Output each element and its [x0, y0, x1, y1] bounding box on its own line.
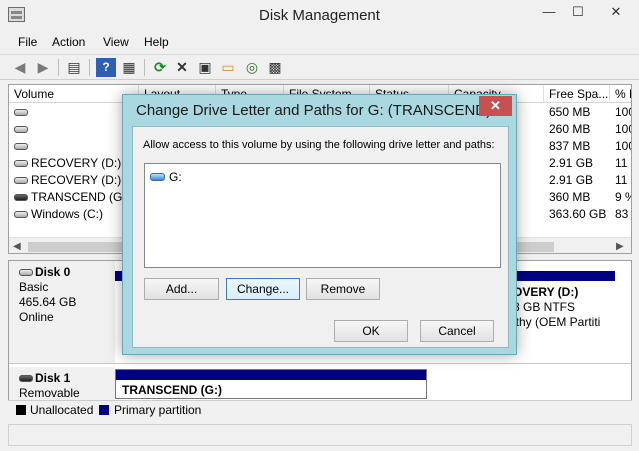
partition-status: lthy (OEM Partiti [513, 315, 601, 329]
unallocated-swatch [16, 405, 26, 415]
volume-name: TRANSCEND (G:) [31, 190, 130, 204]
help-icon[interactable]: ? [96, 58, 116, 77]
scroll-right-icon[interactable]: ▶ [616, 238, 624, 253]
path-label: G: [169, 170, 182, 184]
divider [9, 363, 631, 364]
drive-icon [14, 211, 28, 218]
properties-icon[interactable]: ▣ [195, 58, 215, 77]
minimize-button[interactable]: — [534, 0, 564, 24]
legend: Unallocated Primary partition [8, 400, 632, 418]
percent-free: 11 [615, 173, 628, 187]
column-header-free-space[interactable]: Free Spa... [544, 85, 610, 103]
percent-free: 11 [615, 156, 628, 170]
removable-drive-icon [14, 194, 28, 201]
free-space: 650 MB [549, 105, 591, 119]
free-space: 2.91 GB [549, 156, 594, 170]
status-bar [8, 424, 632, 446]
partition-size: 8 GB NTFS [513, 300, 576, 314]
refresh-icon[interactable]: ⟳ [150, 58, 170, 77]
volume-name: Windows (C:) [31, 207, 104, 221]
close-button[interactable]: ✕ [594, 0, 638, 24]
ok-button[interactable]: OK [334, 320, 408, 342]
dialog-body: Allow access to this volume by using the… [132, 126, 509, 348]
drive-icon [150, 173, 165, 181]
legend-unallocated: Unallocated [30, 403, 94, 417]
percent-free: 9 % [615, 190, 631, 204]
drive-icon [14, 126, 28, 133]
disk-name: Disk 1 [35, 371, 71, 385]
disk-type: Removable [19, 386, 80, 400]
disk-0-label[interactable]: Disk 0 Basic 465.64 GB Online [9, 261, 115, 363]
transcend-partition[interactable]: TRANSCEND (G:) [115, 369, 427, 399]
disk-name: Disk 0 [35, 265, 71, 279]
back-icon[interactable]: ◀ [10, 58, 30, 77]
percent-free: 100 [615, 139, 631, 153]
percent-free: 83 [615, 207, 629, 221]
folder-open-icon[interactable]: ▭ [218, 58, 238, 77]
cancel-button[interactable]: Cancel [420, 320, 494, 342]
show-pane-icon[interactable]: ▦ [119, 58, 139, 77]
dialog-close-button[interactable]: ✕ [479, 96, 512, 116]
toolbar-separator [58, 59, 59, 76]
toolbar-separator [89, 59, 90, 76]
change-drive-letter-dialog: Change Drive Letter and Paths for G: (TR… [122, 94, 517, 355]
percent-free: 100 [615, 105, 631, 119]
volume-name: RECOVERY (D:) [31, 156, 122, 170]
remove-button[interactable]: Remove [306, 278, 380, 300]
drive-icon [14, 109, 28, 116]
disk-size: 465.64 GB [19, 295, 77, 309]
console-tree-icon[interactable]: ▤ [64, 58, 84, 77]
menu-help[interactable]: Help [144, 35, 169, 49]
scroll-left-icon[interactable]: ◀ [13, 238, 21, 253]
toolbar: ◀ ▶ ▤ ? ▦ ⟳ ✕ ▣ ▭ ◎ ▩ [0, 54, 639, 80]
settings-icon[interactable]: ▩ [265, 58, 285, 77]
partition-name: TRANSCEND (G:) [122, 383, 222, 397]
drive-icon [19, 269, 33, 276]
menu-bar: File Action View Help [0, 31, 639, 53]
dialog-instruction: Allow access to this volume by using the… [143, 139, 495, 151]
disk-status: Online [19, 310, 54, 324]
free-space: 2.91 GB [549, 173, 594, 187]
free-space: 363.60 GB [549, 207, 607, 221]
partition-name: OVERY (D:) [513, 285, 579, 299]
free-space: 837 MB [549, 139, 591, 153]
percent-free: 100 [615, 122, 631, 136]
column-header-volume[interactable]: Volume [9, 85, 139, 103]
toolbar-separator [144, 59, 145, 76]
delete-icon[interactable]: ✕ [172, 58, 192, 77]
free-space: 360 MB [549, 190, 591, 204]
maximize-button[interactable]: ☐ [563, 0, 593, 24]
drive-icon [14, 177, 28, 184]
primary-partition-swatch [99, 405, 109, 415]
removable-drive-icon [19, 375, 33, 382]
menu-action[interactable]: Action [52, 35, 85, 49]
column-header-percent-free[interactable]: % F [610, 85, 631, 103]
partition-bar [116, 370, 426, 380]
forward-icon[interactable]: ▶ [33, 58, 53, 77]
recovery-partition[interactable]: OVERY (D:) 8 GB NTFS lthy (OEM Partiti [513, 285, 617, 355]
volume-name: RECOVERY (D:) [31, 173, 122, 187]
drive-icon [14, 143, 28, 150]
menu-file[interactable]: File [18, 35, 37, 49]
disk-type: Basic [19, 280, 49, 294]
free-space: 260 MB [549, 122, 591, 136]
drive-icon [14, 160, 28, 167]
partition-bar [503, 271, 615, 281]
search-icon[interactable]: ◎ [242, 58, 262, 77]
menu-view[interactable]: View [103, 35, 129, 49]
legend-primary: Primary partition [114, 403, 202, 417]
drive-paths-list[interactable]: G: [144, 163, 501, 268]
add-button[interactable]: Add... [144, 278, 219, 300]
title-bar: Disk Management — ☐ ✕ [0, 0, 639, 31]
dialog-title: Change Drive Letter and Paths for G: (TR… [136, 102, 492, 119]
change-button[interactable]: Change... [226, 278, 300, 300]
